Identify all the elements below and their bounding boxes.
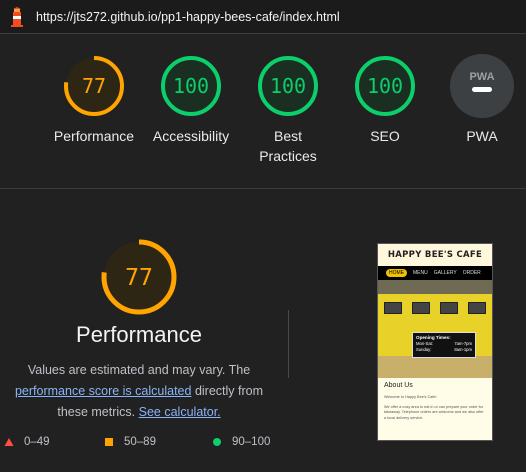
section-divider bbox=[0, 188, 526, 189]
gauge-seo[interactable]: 100 SEO bbox=[335, 54, 435, 146]
gauge-best-practices-label: Best Practices bbox=[259, 128, 317, 164]
gauge-performance[interactable]: 77 Performance bbox=[44, 54, 144, 146]
pwa-badge-text: PWA bbox=[469, 71, 494, 83]
legend-fail-range: 0–49 bbox=[24, 436, 50, 448]
legend-pass-range: 90–100 bbox=[232, 436, 271, 448]
desc-prefix: Values are estimated and may vary. The bbox=[27, 363, 251, 377]
performance-score-link[interactable]: performance score is calculated bbox=[15, 384, 191, 398]
thumb-nav: HOME MENU GALLERY ORDER bbox=[378, 266, 492, 280]
page-url[interactable]: https://jts272.github.io/pp1-happy-bees-… bbox=[36, 10, 340, 24]
gauge-best-practices-score: 100 bbox=[270, 74, 306, 98]
thumb-about-heading: About Us bbox=[384, 382, 413, 389]
gauge-performance-score: 77 bbox=[82, 74, 106, 98]
gauge-pwa[interactable]: PWA PWA bbox=[432, 54, 526, 146]
score-legend: 0–49 50–89 90–100 bbox=[0, 436, 300, 456]
thumb-about-p1: Welcome to Happy Bee's Cafe! bbox=[384, 395, 437, 399]
see-calculator-link[interactable]: See calculator. bbox=[139, 405, 221, 419]
circle-icon bbox=[213, 438, 221, 446]
gauge-accessibility-label: Accessibility bbox=[152, 128, 230, 144]
gauge-seo-ring: 100 bbox=[355, 56, 415, 116]
thumb-opening-times: Opening Times: Mon-Sat: 7am-7pm Sunday: 8a… bbox=[412, 332, 476, 358]
category-gauges: 77 Performance 100 Accessibility 100 Bes… bbox=[0, 54, 526, 174]
gauge-performance-ring: 77 bbox=[64, 56, 124, 116]
gauge-seo-label: SEO bbox=[370, 128, 400, 144]
page-screenshot-thumbnail[interactable]: HAPPY BEE'S CAFE HOME MENU GALLERY ORDER… bbox=[377, 243, 493, 441]
gauge-accessibility[interactable]: 100 Accessibility bbox=[141, 54, 241, 146]
gauge-performance-label: Performance bbox=[53, 128, 135, 144]
thumb-hero-image: Opening Times: Mon-Sat: 7am-7pm Sunday: 8a… bbox=[378, 280, 492, 378]
legend-fail: 0–49 bbox=[4, 436, 50, 448]
lighthouse-icon bbox=[11, 6, 23, 27]
thumb-nav-menu: MENU bbox=[413, 270, 428, 276]
legend-average-range: 50–89 bbox=[124, 436, 156, 448]
thumb-nav-gallery: GALLERY bbox=[433, 270, 457, 276]
thumb-nav-order: ORDER bbox=[462, 270, 481, 276]
gauge-pwa-label: PWA bbox=[466, 128, 498, 144]
gauge-best-practices[interactable]: 100 Best Practices bbox=[238, 54, 338, 166]
thumb-about-p2: We offer a cosy area to eat in or can pr… bbox=[384, 404, 484, 420]
performance-large-score: 77 bbox=[125, 265, 153, 291]
legend-average: 50–89 bbox=[104, 436, 156, 448]
square-icon bbox=[105, 438, 113, 446]
vertical-separator bbox=[288, 310, 289, 378]
gauge-accessibility-score: 100 bbox=[173, 74, 209, 98]
performance-large-gauge: 77 bbox=[101, 239, 177, 315]
gauge-seo-score: 100 bbox=[367, 74, 403, 98]
pwa-badge-icon: PWA bbox=[450, 54, 514, 118]
thumb-about-section: About Us Welcome to Happy Bee's Cafe! We… bbox=[378, 378, 492, 429]
gauge-best-practices-ring: 100 bbox=[258, 56, 318, 116]
performance-description: Values are estimated and may vary. The p… bbox=[0, 360, 278, 423]
performance-title: Performance bbox=[76, 322, 202, 347]
thumb-site-title: HAPPY BEE'S CAFE bbox=[378, 244, 492, 266]
legend-pass: 90–100 bbox=[212, 436, 270, 448]
gauge-accessibility-ring: 100 bbox=[161, 56, 221, 116]
thumb-nav-home: HOME bbox=[386, 269, 407, 277]
triangle-icon bbox=[4, 438, 14, 446]
report-url-bar: https://jts272.github.io/pp1-happy-bees-… bbox=[0, 0, 526, 34]
